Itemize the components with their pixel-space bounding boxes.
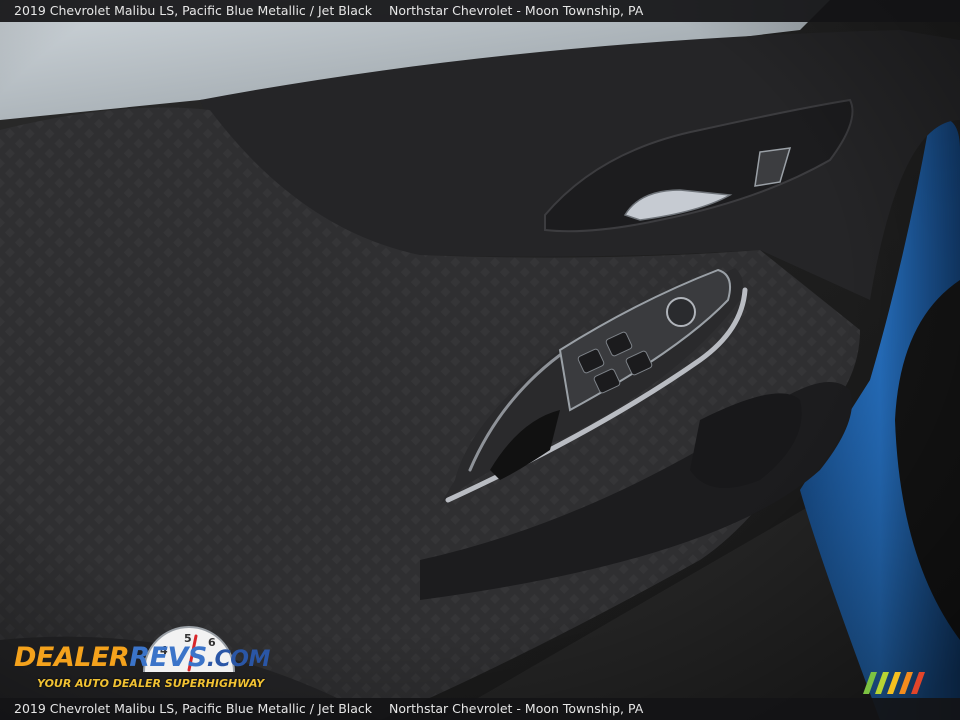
door-interior-photo	[0, 0, 960, 720]
logo-wordmark: DEALERREVS.COM	[14, 642, 270, 673]
logo-tagline: YOUR AUTO DEALER SUPERHIGHWAY	[37, 677, 265, 690]
stripes-watermark-icon	[863, 672, 925, 694]
vehicle-caption: 2019 Chevrolet Malibu LS, Pacific Blue M…	[14, 701, 373, 716]
caption-bar-top: 2019 Chevrolet Malibu LS, Pacific Blue M…	[0, 0, 960, 22]
dealerrevs-logo[interactable]: 4 5 6 DEALERREVS.COM YOUR AUTO DEALER SU…	[10, 624, 270, 696]
caption-bar-bottom: 2019 Chevrolet Malibu LS, Pacific Blue M…	[0, 698, 960, 720]
dealer-caption: Northstar Chevrolet - Moon Township, PA	[389, 701, 644, 716]
photo-frame: 2019 Chevrolet Malibu LS, Pacific Blue M…	[0, 0, 960, 720]
dealer-caption: Northstar Chevrolet - Moon Township, PA	[389, 3, 644, 18]
vehicle-caption: 2019 Chevrolet Malibu LS, Pacific Blue M…	[14, 3, 373, 18]
